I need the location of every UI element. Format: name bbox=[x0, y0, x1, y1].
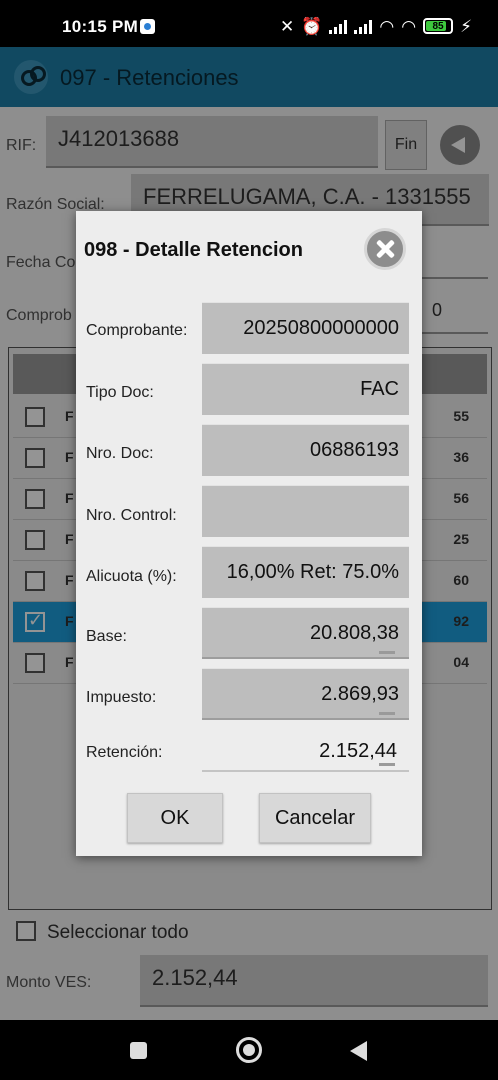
status-icons: ✕ ⏰ ◠ ◠ 85 ⚡ bbox=[280, 15, 472, 37]
comprobante-field: 20250800000000 bbox=[202, 302, 409, 354]
impuesto-field[interactable]: 2.869,93 bbox=[202, 668, 409, 720]
signal-icon bbox=[329, 18, 348, 34]
close-icon[interactable] bbox=[364, 228, 406, 270]
cancel-button[interactable]: Cancelar bbox=[259, 793, 371, 843]
nro-control-label: Nro. Control: bbox=[86, 507, 177, 524]
home-icon[interactable] bbox=[236, 1037, 262, 1063]
base-field[interactable]: 20.808,38 bbox=[202, 607, 409, 659]
nro-doc-field: 06886193 bbox=[202, 424, 409, 476]
signal-icon bbox=[354, 18, 373, 34]
retencion-field[interactable]: 2.152,44 bbox=[202, 732, 409, 772]
battery-icon: 85 bbox=[423, 18, 454, 34]
back-icon[interactable] bbox=[350, 1041, 367, 1061]
impuesto-label: Impuesto: bbox=[86, 689, 157, 706]
text-handle-icon bbox=[379, 712, 395, 715]
wifi-icon: ◠ bbox=[379, 16, 395, 36]
wifi-icon: ◠ bbox=[401, 16, 417, 36]
alarm-icon: ⏰ bbox=[301, 16, 323, 36]
text-handle-icon bbox=[379, 651, 395, 654]
alicuota-field: 16,00% Ret: 75.0% bbox=[202, 546, 409, 598]
alicuota-label: Alicuota (%): bbox=[86, 568, 177, 585]
tipo-doc-field: FAC bbox=[202, 363, 409, 415]
nro-control-field bbox=[202, 485, 409, 537]
impuesto-value: 2.869,93 bbox=[321, 683, 399, 705]
base-value: 20.808,38 bbox=[310, 622, 399, 644]
ok-button[interactable]: OK bbox=[127, 793, 223, 843]
text-handle-icon bbox=[379, 763, 395, 766]
dialog-title: 098 - Detalle Retencion bbox=[84, 239, 303, 261]
tipo-doc-label: Tipo Doc: bbox=[86, 384, 154, 401]
charging-icon: ⚡ bbox=[460, 16, 472, 36]
status-bar: 10:15 PM ✕ ⏰ ◠ ◠ 85 ⚡ bbox=[0, 0, 498, 47]
battery-level: 85 bbox=[432, 20, 444, 32]
detalle-retencion-dialog: 098 - Detalle Retencion Comprobante: 202… bbox=[76, 211, 422, 856]
recents-icon[interactable] bbox=[130, 1042, 147, 1059]
mute-icon: ✕ bbox=[279, 16, 295, 36]
retencion-label: Retención: bbox=[86, 744, 163, 761]
base-label: Base: bbox=[86, 628, 127, 645]
retencion-value: 2.152,44 bbox=[319, 740, 397, 762]
notification-icon bbox=[140, 19, 155, 34]
status-time: 10:15 PM bbox=[62, 17, 139, 36]
navigation-bar bbox=[0, 1020, 498, 1080]
nro-doc-label: Nro. Doc: bbox=[86, 445, 154, 462]
comprobante-field-label: Comprobante: bbox=[86, 322, 188, 339]
